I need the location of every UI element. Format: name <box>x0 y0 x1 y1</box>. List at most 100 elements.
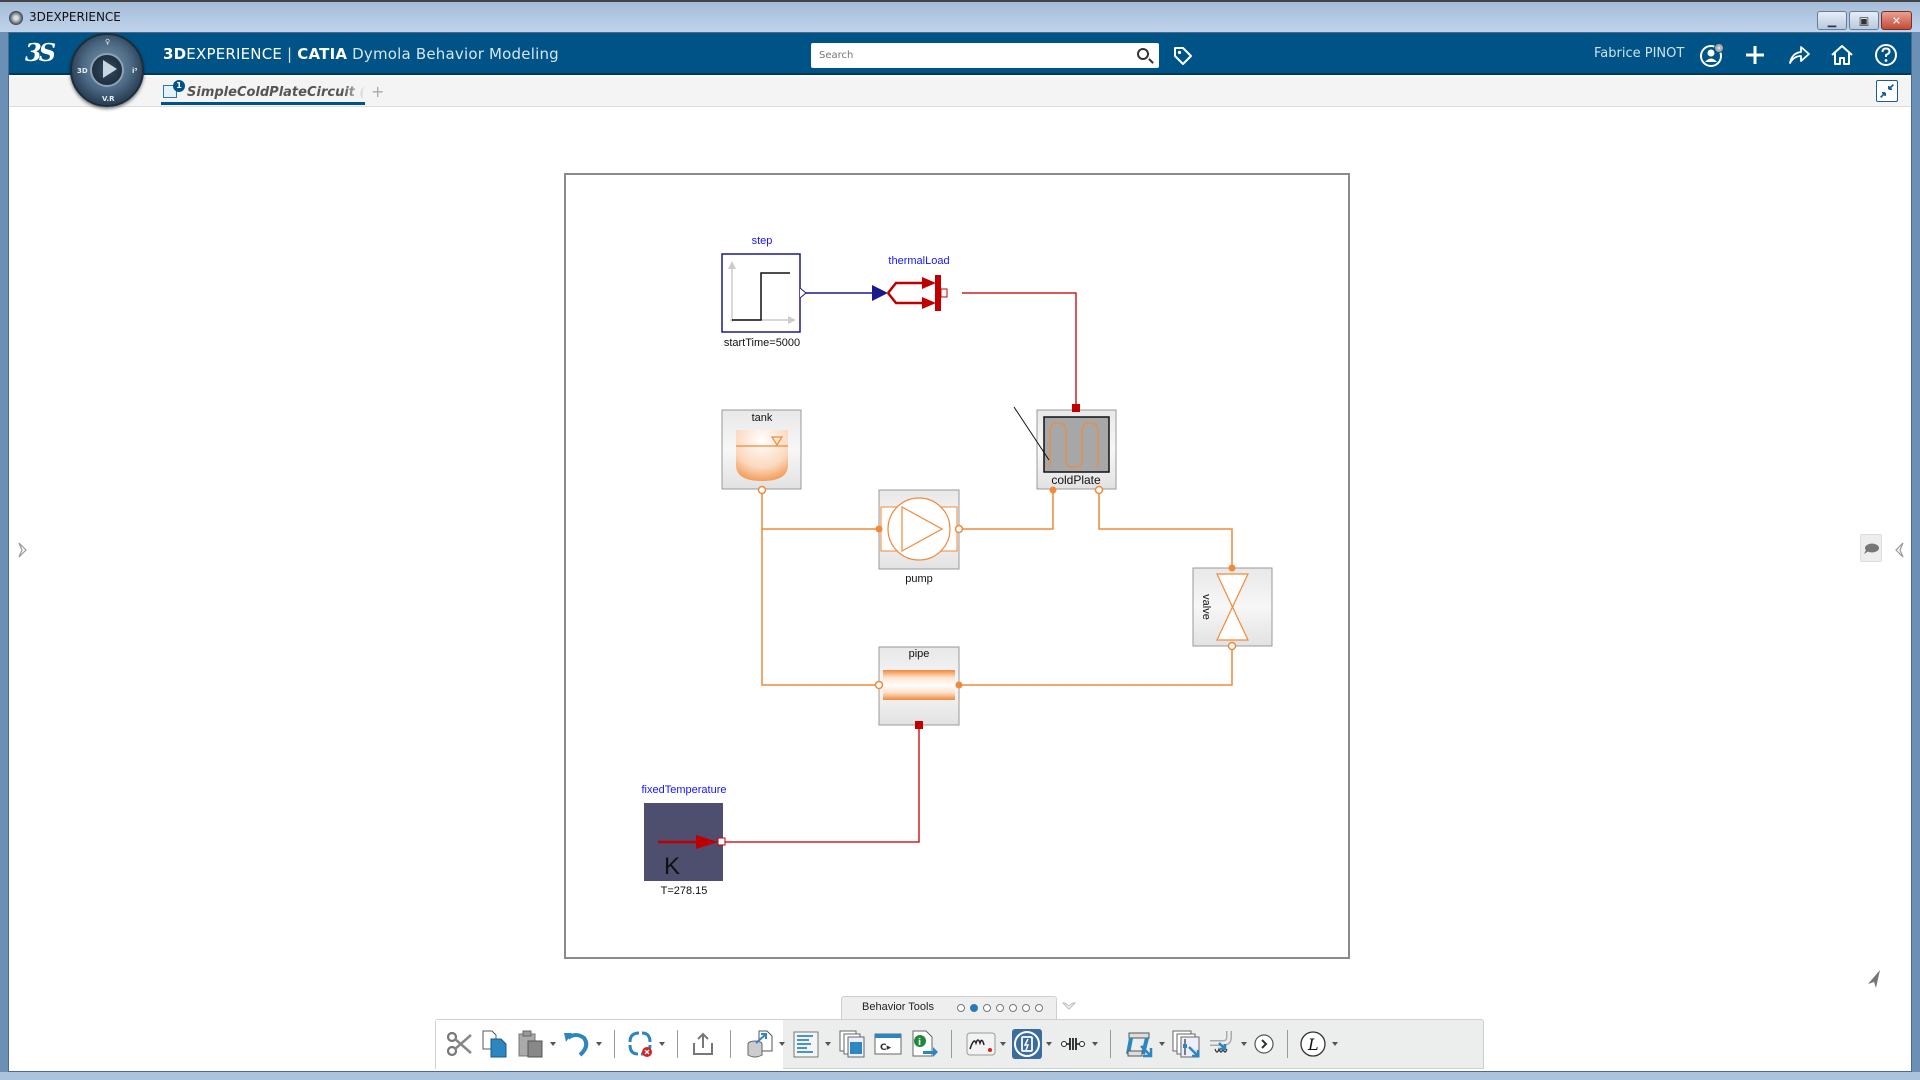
expand-left-panel-icon[interactable] <box>16 540 30 560</box>
toolbar-page-dot-4[interactable] <box>996 1004 1004 1012</box>
export-database-button[interactable] <box>745 1026 785 1062</box>
toolbar-page-dot-5[interactable] <box>1009 1004 1017 1012</box>
paste-icon <box>518 1030 543 1058</box>
connector-icon <box>1061 1038 1085 1050</box>
behavior-tools-tab[interactable]: Behavior Tools <box>841 996 1057 1019</box>
plot-dropdown-icon[interactable] <box>1000 1042 1006 1046</box>
info-export-button[interactable]: i <box>909 1026 939 1062</box>
mechanism-dropdown-icon[interactable] <box>1159 1042 1165 1046</box>
list-document-icon <box>793 1031 819 1058</box>
minimize-button[interactable]: ▁ <box>1817 11 1847 30</box>
chat-bubble-icon <box>1864 543 1879 554</box>
tag-icon[interactable] <box>1172 45 1194 67</box>
mechanism-button[interactable] <box>1125 1026 1165 1062</box>
compass-top-label[interactable]: ♀ <box>105 38 110 46</box>
tab-simple-cold-plate-circuit[interactable]: 1 SimpleColdPlateCircuit (Enc <box>161 80 365 105</box>
copy-images-button[interactable] <box>837 1026 867 1062</box>
more-tools-button[interactable] <box>1253 1026 1275 1062</box>
library-dropdown-icon[interactable] <box>1332 1042 1338 1046</box>
add-icon[interactable] <box>1742 42 1768 68</box>
separator <box>677 1030 678 1058</box>
user-icon[interactable] <box>1699 42 1725 68</box>
connection-coldplate-valve[interactable] <box>1098 490 1233 568</box>
model-browser-dropdown-icon[interactable] <box>825 1042 831 1046</box>
parameter-sheets-button[interactable] <box>1171 1026 1201 1062</box>
separator <box>730 1030 731 1058</box>
compass-right-label[interactable]: i³ <box>132 67 137 75</box>
connection-pump-coldplate[interactable] <box>959 490 1054 530</box>
cut-button[interactable] <box>444 1026 474 1062</box>
toolbar-page-dot-6[interactable] <box>1022 1004 1030 1012</box>
piping-dropdown-icon[interactable] <box>1241 1042 1247 1046</box>
share-upload-icon <box>693 1032 713 1055</box>
undo-dropdown-icon[interactable] <box>596 1042 602 1046</box>
toolbar-page-dot-2[interactable] <box>970 1004 978 1012</box>
connector-button[interactable] <box>1058 1026 1098 1062</box>
paste-button[interactable] <box>516 1026 556 1062</box>
separator <box>1110 1030 1111 1058</box>
compass-widget[interactable]: ♀ 3D i³ V.R <box>70 33 144 107</box>
collapse-icon[interactable] <box>1876 80 1898 102</box>
user-name[interactable]: Fabrice PINOT <box>1594 46 1684 61</box>
connection-thermalload-coldplate[interactable] <box>962 292 1077 410</box>
label-valve: valve <box>1200 594 1212 620</box>
pointer-icon[interactable] <box>1866 968 1882 990</box>
piping-button[interactable] <box>1207 1026 1247 1062</box>
home-icon[interactable] <box>1829 42 1855 68</box>
toolbar-page-dot-3[interactable] <box>983 1004 991 1012</box>
library-l-icon: L <box>1300 1031 1326 1057</box>
label-pump: pump <box>905 573 933 585</box>
toolbar-page-dot-7[interactable] <box>1035 1004 1043 1012</box>
chevron-down-icon[interactable] <box>1061 1000 1077 1012</box>
compass-bottom-label[interactable]: V.R <box>102 95 115 103</box>
share-icon[interactable] <box>1786 42 1812 68</box>
signature-icon <box>966 1032 996 1056</box>
search-icon[interactable] <box>1137 48 1149 60</box>
label-thermalload: thermalLoad <box>888 255 950 267</box>
update-button[interactable] <box>625 1026 665 1062</box>
svg-text:L: L <box>1307 1035 1319 1054</box>
maximize-button[interactable]: ▣ <box>1849 11 1879 30</box>
toolbar-page-dot-1[interactable] <box>957 1004 965 1012</box>
component-step[interactable] <box>721 253 807 333</box>
code-view-button[interactable]: C▸ <box>873 1026 903 1062</box>
update-dropdown-icon[interactable] <box>659 1042 665 1046</box>
connection-valve-pipe[interactable] <box>959 646 1233 686</box>
diagram-frame[interactable]: step startTime=5000 thermalLoad tank col… <box>564 173 1350 959</box>
component-pump[interactable] <box>875 489 964 570</box>
help-icon[interactable] <box>1873 42 1899 68</box>
battery-icon <box>1012 1029 1042 1059</box>
undo-button[interactable] <box>562 1026 602 1062</box>
close-icon: ✕ <box>1891 14 1902 27</box>
comments-button[interactable] <box>1860 534 1882 562</box>
export-dropdown-icon[interactable] <box>779 1042 785 1046</box>
behavior-tools-label: Behavior Tools <box>862 1001 934 1013</box>
paste-dropdown-icon[interactable] <box>550 1042 556 1046</box>
component-fixedtemperature[interactable] <box>644 803 726 881</box>
parameter-sheets-icon <box>1172 1030 1200 1058</box>
battery-dropdown-icon[interactable] <box>1046 1042 1052 1046</box>
kelvin-glyph: K <box>664 853 681 880</box>
param-step: startTime=5000 <box>723 337 801 349</box>
plot-signature-button[interactable] <box>966 1026 1006 1062</box>
diagram-canvas <box>644 253 1273 881</box>
search-input[interactable] <box>811 43 1111 68</box>
connection-tank-pump[interactable] <box>761 490 879 530</box>
connection-tank-pipe[interactable] <box>761 529 879 686</box>
copy-button[interactable] <box>480 1026 510 1062</box>
simulation-battery-button[interactable] <box>1012 1026 1052 1062</box>
images-icon <box>839 1030 865 1058</box>
share-button[interactable] <box>688 1026 718 1062</box>
ds-logo-icon[interactable]: 3S <box>25 38 56 67</box>
add-tab-button[interactable]: + <box>371 82 384 101</box>
label-pipe: pipe <box>908 648 930 660</box>
component-thermalload[interactable] <box>872 275 948 311</box>
library-button[interactable]: L <box>1298 1026 1338 1062</box>
compass-left-label[interactable]: 3D <box>77 67 88 75</box>
connector-dropdown-icon[interactable] <box>1092 1042 1098 1046</box>
connection-fixedtemperature-pipe[interactable] <box>723 725 920 843</box>
search-box[interactable] <box>811 43 1159 68</box>
close-button[interactable]: ✕ <box>1881 11 1912 30</box>
model-browser-button[interactable] <box>791 1026 831 1062</box>
expand-right-panel-icon[interactable] <box>1892 540 1906 560</box>
